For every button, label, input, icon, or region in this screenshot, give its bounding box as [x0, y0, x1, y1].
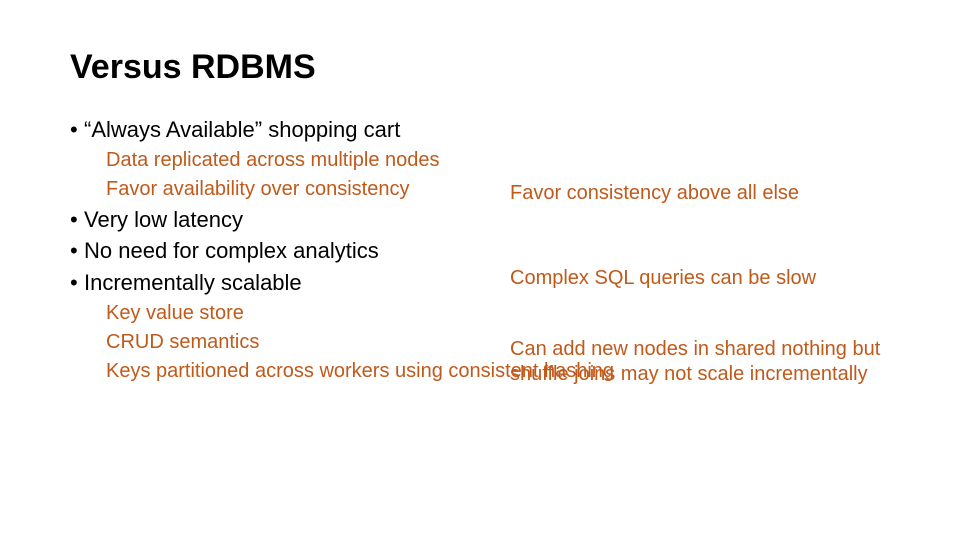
- bullet-low-latency: Very low latency: [70, 205, 890, 235]
- bullet-no-complex-analytics: No need for complex analytics: [70, 236, 890, 266]
- bullet-always-available: “Always Available” shopping cart: [70, 115, 890, 145]
- annotation-consistency: Favor consistency above all else: [510, 181, 799, 206]
- subpoint-kv-store: Key value store: [70, 300, 890, 327]
- subpoint-replicated: Data replicated across multiple nodes: [70, 147, 890, 174]
- slide-title: Versus RDBMS: [70, 48, 890, 87]
- annotation-sql-slow: Complex SQL queries can be slow: [510, 266, 910, 291]
- annotation-shared-nothing: Can add new nodes in shared nothing but …: [510, 337, 910, 387]
- slide: Versus RDBMS “Always Available” shopping…: [0, 0, 960, 540]
